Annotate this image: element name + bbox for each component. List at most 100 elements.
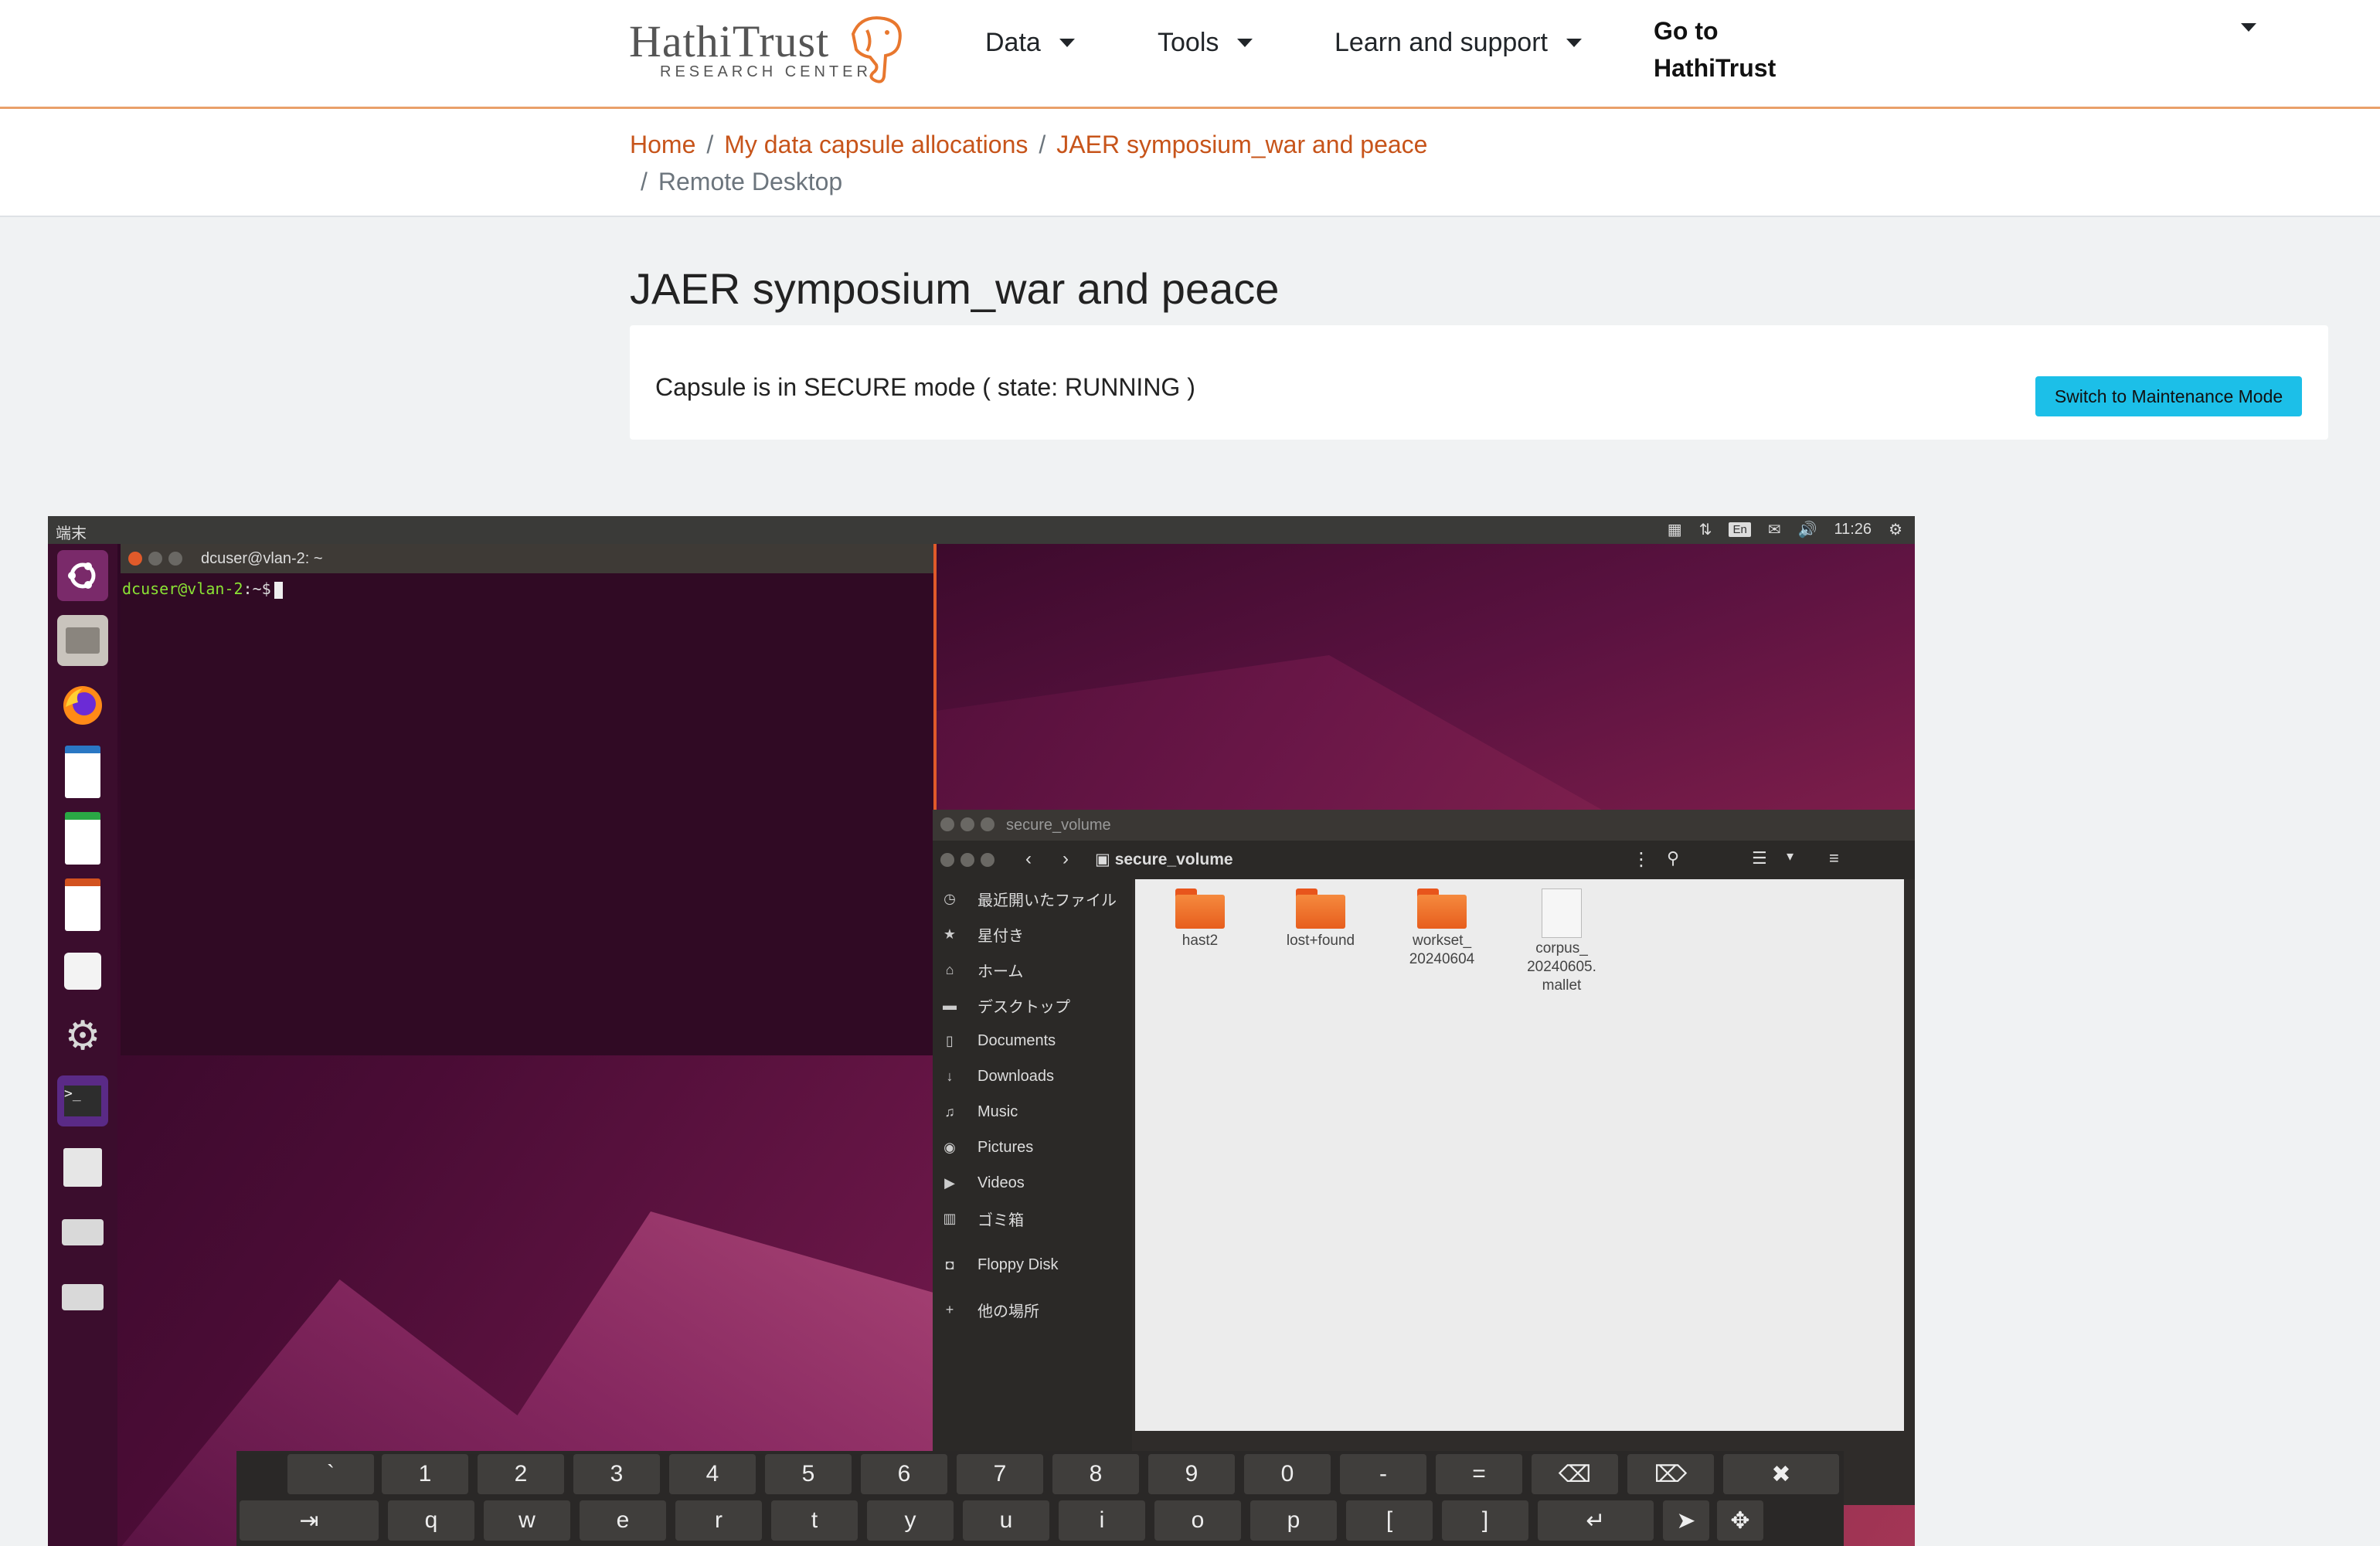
nav-tools-dropdown[interactable]: Tools (1158, 28, 1253, 58)
maximize-icon[interactable] (981, 817, 994, 831)
floppy-disk-icon[interactable] (57, 1142, 108, 1193)
sidebar-item-documents[interactable]: ▯ Documents (942, 1029, 1056, 1052)
firefox-icon[interactable] (57, 680, 108, 731)
back-icon[interactable]: ‹ (1025, 848, 1032, 870)
more-options-icon[interactable]: ⋮ (1632, 848, 1651, 871)
keyboard-key[interactable]: r (675, 1500, 762, 1541)
remote-desktop-view[interactable]: 端末 ▦ ⇅ En ✉ 🔊 11:26 ⚙ ⚙ >_ dcuser@vlan-2… (48, 516, 1915, 1546)
keyboard-key[interactable]: 5 (765, 1454, 852, 1494)
ubuntu-logo-icon[interactable] (57, 550, 108, 601)
drive-icon[interactable] (57, 1272, 108, 1323)
keyboard-key[interactable]: 1 (382, 1454, 468, 1494)
file-cabinet-icon[interactable] (57, 615, 108, 666)
calc-spreadsheet-icon[interactable] (57, 812, 108, 865)
gear-icon[interactable]: ⚙ (1889, 520, 1902, 539)
sidebar-item-other-locations[interactable]: + 他の場所 (942, 1298, 1039, 1321)
sidebar-item-pictures[interactable]: ◉ Pictures (942, 1136, 1033, 1159)
file-item[interactable]: workset_ 20240604 (1396, 889, 1488, 969)
sidebar-item-floppy[interactable]: ◘ Floppy Disk (942, 1253, 1059, 1276)
search-icon[interactable]: ⚲ (1667, 848, 1679, 868)
keyboard-key[interactable]: 0 (1244, 1454, 1331, 1494)
keyboard-key[interactable]: i (1059, 1500, 1145, 1541)
breadcrumb-allocations[interactable]: My data capsule allocations (724, 131, 1028, 158)
tab-key-icon[interactable]: ⇥ (240, 1500, 379, 1541)
drive-icon[interactable] (57, 1207, 108, 1258)
sidebar-item-recent[interactable]: ◷ 最近開いたファイル (942, 887, 1117, 910)
sidebar-item-downloads[interactable]: ↓ Downloads (942, 1065, 1054, 1088)
clock[interactable]: 11:26 (1834, 521, 1872, 539)
minimize-icon[interactable] (960, 853, 974, 867)
keyboard-key[interactable]: 4 (669, 1454, 756, 1494)
input-language-badge[interactable]: En (1729, 522, 1751, 537)
close-keyboard-icon[interactable]: ✖ (1723, 1454, 1839, 1494)
sidebar-item-desktop[interactable]: ▬ デスクトップ (942, 994, 1070, 1017)
pointer-icon[interactable]: ➤ (1663, 1500, 1709, 1541)
keyboard-key[interactable]: ` (287, 1454, 374, 1494)
chevron-down-icon[interactable]: ▾ (1787, 848, 1794, 865)
breadcrumb-home[interactable]: Home (630, 131, 695, 158)
terminal-prompt[interactable]: dcuser@vlan-2:~$ (122, 579, 283, 599)
keyboard-key[interactable]: ] (1442, 1500, 1528, 1541)
file-item[interactable]: lost+found (1274, 889, 1367, 950)
file-item[interactable]: hast2 (1154, 889, 1246, 950)
sidebar-item-home[interactable]: ⌂ ホーム (942, 958, 1024, 981)
file-manager-titlebar[interactable]: secure_volume (933, 810, 1915, 841)
software-center-icon[interactable] (57, 946, 108, 997)
file-item[interactable]: corpus_ 20240605. mallet (1515, 889, 1608, 995)
keyboard-key[interactable]: 9 (1148, 1454, 1235, 1494)
network-icon[interactable]: ⇅ (1699, 520, 1712, 539)
file-manager-window[interactable]: secure_volume ‹ › ▣ secure_volume ⋮ ⚲ ☰ … (933, 810, 1915, 1505)
keyboard-key[interactable]: 2 (478, 1454, 564, 1494)
delete-icon[interactable]: ⌦ (1627, 1454, 1714, 1494)
forward-icon[interactable]: › (1062, 848, 1069, 870)
terminal-icon[interactable]: >_ (57, 1075, 108, 1126)
close-icon[interactable] (940, 853, 954, 867)
keyboard-key[interactable]: [ (1346, 1500, 1433, 1541)
keyboard-key[interactable]: e (580, 1500, 666, 1541)
nav-learn-dropdown[interactable]: Learn and support (1334, 28, 1582, 58)
mail-icon[interactable]: ✉ (1768, 520, 1781, 539)
keyboard-key[interactable]: u (963, 1500, 1049, 1541)
hathitrust-logo[interactable]: HathiTrust RESEARCH CENTER (629, 11, 907, 88)
maximize-icon[interactable] (981, 853, 994, 867)
keyboard-key[interactable]: = (1436, 1454, 1522, 1494)
close-icon[interactable] (940, 817, 954, 831)
maximize-icon[interactable] (168, 552, 182, 566)
settings-tools-icon[interactable]: ⚙ (57, 1011, 108, 1062)
list-view-icon[interactable]: ☰ (1752, 848, 1767, 868)
go-to-hathitrust-link[interactable]: Go to HathiTrust (1654, 12, 1808, 87)
breadcrumb-capsule[interactable]: JAER symposium_war and peace (1056, 131, 1427, 158)
enter-key-icon[interactable]: ↵ (1538, 1500, 1654, 1541)
keyboard-key[interactable]: - (1340, 1454, 1426, 1494)
keyboard-key[interactable]: w (484, 1500, 570, 1541)
keyboard-key[interactable]: 6 (861, 1454, 947, 1494)
keyboard-key[interactable]: o (1154, 1500, 1241, 1541)
keyboard-key[interactable]: 8 (1052, 1454, 1139, 1494)
hamburger-menu-icon[interactable]: ≡ (1829, 848, 1839, 868)
minimize-icon[interactable] (148, 552, 162, 566)
terminal-window[interactable]: dcuser@vlan-2: ~ dcuser@vlan-2:~$ (121, 544, 937, 1055)
terminal-titlebar[interactable]: dcuser@vlan-2: ~ (121, 544, 933, 573)
nav-data-dropdown[interactable]: Data (985, 28, 1075, 58)
volume-icon[interactable]: 🔊 (1798, 520, 1817, 539)
writer-document-icon[interactable] (57, 746, 108, 798)
sidebar-item-trash[interactable]: ▥ ゴミ箱 (942, 1207, 1024, 1230)
user-menu-chevron-icon[interactable] (2241, 23, 2256, 32)
minimize-icon[interactable] (960, 817, 974, 831)
sidebar-item-videos[interactable]: ▶ Videos (942, 1171, 1025, 1194)
grid-icon[interactable]: ▦ (1668, 520, 1682, 539)
close-icon[interactable] (128, 552, 142, 566)
move-icon[interactable]: ✥ (1717, 1500, 1763, 1541)
keyboard-key[interactable]: 3 (573, 1454, 660, 1494)
keyboard-key[interactable]: t (771, 1500, 858, 1541)
keyboard-key[interactable]: p (1250, 1500, 1337, 1541)
backspace-icon[interactable]: ⌫ (1532, 1454, 1618, 1494)
switch-maintenance-button[interactable]: Switch to Maintenance Mode (2035, 376, 2302, 416)
keyboard-key[interactable]: 7 (957, 1454, 1043, 1494)
path-bar[interactable]: ▣ secure_volume (1095, 850, 1233, 869)
keyboard-key[interactable]: y (867, 1500, 954, 1541)
keyboard-key[interactable]: q (388, 1500, 474, 1541)
impress-presentation-icon[interactable] (57, 878, 108, 931)
sidebar-item-starred[interactable]: ★ 星付き (942, 923, 1024, 946)
sidebar-item-music[interactable]: ♫ Music (942, 1100, 1018, 1123)
